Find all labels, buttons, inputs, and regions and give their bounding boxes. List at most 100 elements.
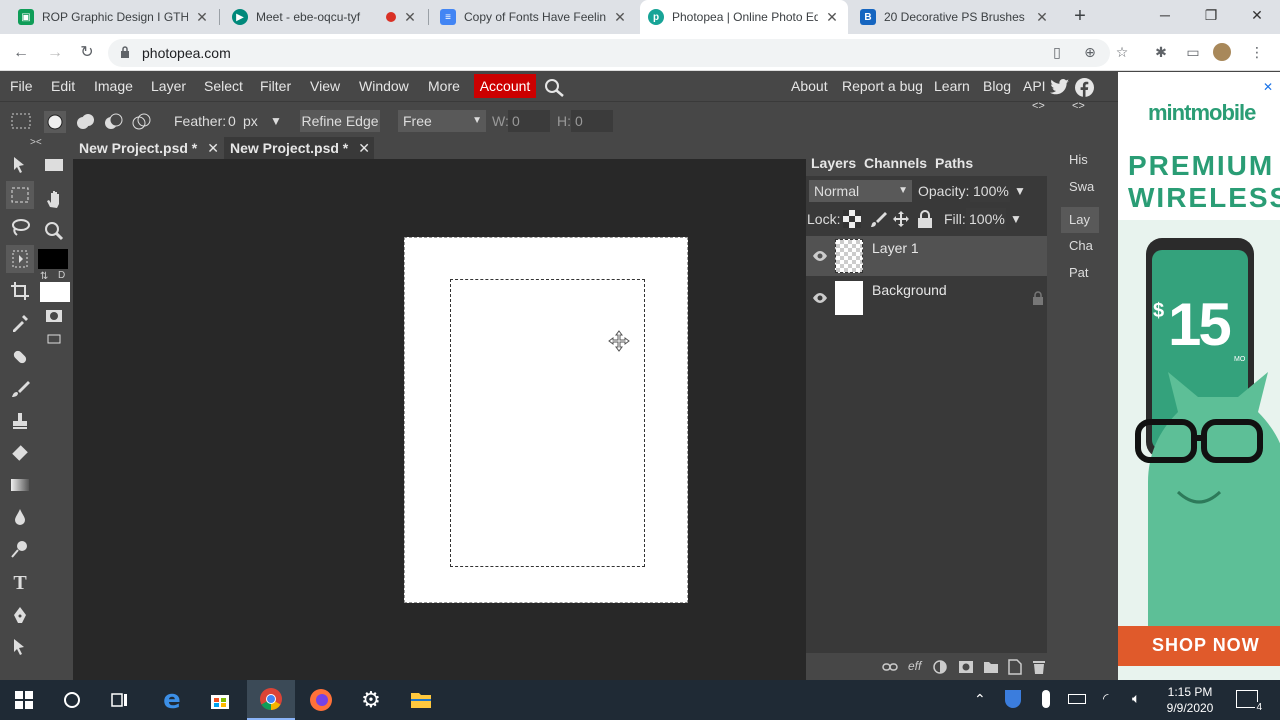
blend-mode-select[interactable]: Normal ▼: [809, 180, 912, 202]
cast-icon[interactable]: ▭: [1184, 43, 1202, 61]
visibility-eye-icon[interactable]: [812, 248, 828, 264]
cortana-icon[interactable]: [48, 680, 96, 720]
toolbox-collapse-icon[interactable]: ><: [30, 137, 42, 148]
adjustment-layer-icon[interactable]: [933, 660, 947, 674]
profile-avatar[interactable]: [1213, 43, 1231, 61]
side-tab-channels[interactable]: Cha: [1061, 236, 1099, 262]
opacity-dropdown-icon[interactable]: ▼: [1014, 184, 1026, 198]
artboard-tool-icon[interactable]: [40, 151, 68, 179]
rect-marquee-icon[interactable]: [10, 112, 32, 130]
eyedropper-tool-icon[interactable]: [6, 309, 34, 337]
tab-close-icon[interactable]: ✕: [612, 9, 628, 26]
tab-close-icon[interactable]: ✕: [402, 9, 418, 26]
zoom-tool-icon[interactable]: [40, 217, 68, 245]
opacity-field[interactable]: 100%: [970, 180, 1010, 202]
lasso-tool-icon[interactable]: [6, 213, 34, 241]
side-tab-layers[interactable]: Lay: [1061, 207, 1099, 233]
add-selection-icon[interactable]: [74, 111, 96, 133]
back-icon[interactable]: ←: [10, 42, 32, 64]
height-field[interactable]: 0: [571, 110, 613, 132]
path-select-tool-icon[interactable]: [6, 633, 34, 661]
new-group-icon[interactable]: [983, 660, 999, 674]
side-tab-history[interactable]: His: [1061, 150, 1099, 176]
selection-style-select[interactable]: Free ▼: [398, 110, 486, 132]
notifications-icon[interactable]: 4: [1236, 690, 1263, 713]
clone-stamp-icon[interactable]: [6, 407, 34, 435]
report-bug-link[interactable]: Report a bug: [842, 78, 923, 94]
firefox-icon[interactable]: [297, 680, 345, 720]
link-layers-icon[interactable]: [882, 661, 898, 673]
tab-layers[interactable]: Layers: [811, 155, 856, 171]
ad-choices-icon[interactable]: ✕: [1259, 80, 1277, 98]
add-icon[interactable]: ⊕: [1081, 43, 1099, 61]
close-icon[interactable]: ✕: [358, 140, 370, 156]
menu-window[interactable]: Window: [359, 78, 409, 94]
pen-tool-icon[interactable]: [6, 601, 34, 629]
forward-icon[interactable]: →: [44, 42, 66, 64]
start-button[interactable]: [0, 680, 48, 720]
intersect-selection-icon[interactable]: [130, 111, 152, 133]
tab-close-icon[interactable]: ✕: [1034, 9, 1050, 26]
menu-file[interactable]: File: [10, 78, 33, 94]
refine-edge-button[interactable]: Refine Edge: [300, 110, 380, 132]
marquee-tool-icon[interactable]: [6, 181, 34, 209]
delete-layer-icon[interactable]: [1032, 659, 1046, 675]
blur-tool-icon[interactable]: [6, 503, 34, 531]
chevron-up-icon[interactable]: ⌃: [974, 691, 986, 708]
type-tool-icon[interactable]: T: [6, 569, 34, 597]
volume-icon[interactable]: 🔈︎: [1132, 690, 1140, 707]
new-layer-icon[interactable]: [1008, 659, 1022, 675]
about-link[interactable]: About: [791, 78, 828, 94]
minimize-icon[interactable]: ─: [1142, 0, 1188, 30]
swap-colors-icon[interactable]: ⇅: [40, 271, 48, 282]
side-tab-paths[interactable]: Pat: [1061, 263, 1099, 289]
browser-tab-meet[interactable]: ▶ Meet - ebe-oqcu-tyf ✕: [224, 0, 426, 34]
lock-position-icon[interactable]: [892, 210, 910, 228]
clipboard-icon[interactable]: ▯: [1048, 43, 1066, 61]
microphone-icon[interactable]: [1042, 690, 1050, 708]
menu-image[interactable]: Image: [94, 78, 133, 94]
account-button[interactable]: Account: [474, 74, 536, 98]
document-tab-active[interactable]: New Project.psd * ✕: [224, 137, 374, 159]
default-colors-icon[interactable]: D: [58, 270, 65, 281]
crop-tool-icon[interactable]: [6, 277, 34, 305]
search-icon[interactable]: [544, 78, 566, 98]
width-field[interactable]: 0: [508, 110, 550, 132]
browser-tab-photopea[interactable]: p Photopea | Online Photo Ed ✕: [640, 0, 848, 34]
menu-filter[interactable]: Filter: [260, 78, 291, 94]
menu-more[interactable]: More: [428, 78, 460, 94]
side-tab-swatches[interactable]: Swa: [1061, 177, 1099, 203]
tab-paths[interactable]: Paths: [935, 155, 973, 171]
menu-view[interactable]: View: [310, 78, 340, 94]
reload-icon[interactable]: ↻: [76, 42, 98, 64]
edge-icon[interactable]: e: [148, 680, 196, 720]
file-explorer-icon[interactable]: [397, 680, 445, 720]
panel-expand-icon[interactable]: <>: [1032, 100, 1045, 112]
menu-layer[interactable]: Layer: [151, 78, 186, 94]
defender-icon[interactable]: [1005, 690, 1021, 708]
background-color-swatch[interactable]: [40, 282, 70, 302]
extensions-icon[interactable]: ✱: [1152, 43, 1170, 61]
dodge-tool-icon[interactable]: [6, 535, 34, 563]
lock-transparency-icon[interactable]: [843, 210, 861, 228]
window-close-icon[interactable]: ✕: [1234, 0, 1280, 30]
twitter-icon[interactable]: [1050, 78, 1070, 96]
browser-tab-docs[interactable]: ≡ Copy of Fonts Have Feeling ✕: [432, 0, 636, 34]
hand-tool-icon[interactable]: [40, 185, 68, 213]
document-tab[interactable]: New Project.psd * ✕: [73, 137, 221, 159]
screen-mode-icon[interactable]: [40, 325, 68, 353]
chrome-taskbar-icon[interactable]: [247, 680, 295, 720]
ad-cta-button[interactable]: SHOP NOW: [1118, 626, 1280, 666]
restore-icon[interactable]: ❐: [1188, 0, 1234, 30]
layer-row-layer-1[interactable]: Layer 1: [806, 236, 1047, 276]
foreground-color-swatch[interactable]: [38, 249, 68, 269]
feather-dropdown-icon[interactable]: ▼: [270, 114, 282, 128]
facebook-icon[interactable]: [1075, 78, 1094, 97]
menu-edit[interactable]: Edit: [51, 78, 75, 94]
quick-select-tool-icon[interactable]: [6, 245, 34, 273]
omnibox[interactable]: photopea.com: [108, 39, 1110, 67]
layer-mask-icon[interactable]: [958, 660, 974, 674]
fill-dropdown-icon[interactable]: ▼: [1010, 212, 1022, 226]
lock-all-icon[interactable]: [916, 209, 934, 229]
browser-tab-brushes[interactable]: B 20 Decorative PS Brushes a ✕: [852, 0, 1058, 34]
